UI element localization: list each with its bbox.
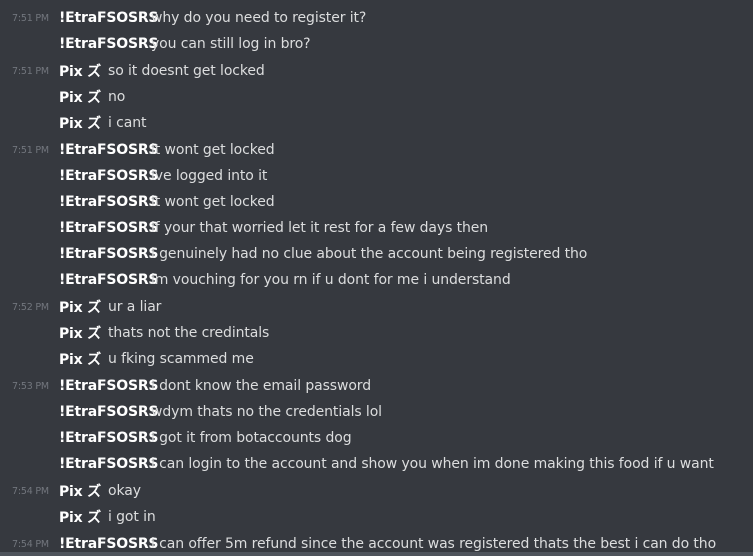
message-author[interactable]: !EtraFSOSRS bbox=[59, 36, 158, 52]
message-timestamp: 7:54 PM bbox=[12, 485, 49, 497]
message-author[interactable]: Pix ズ bbox=[59, 61, 101, 81]
chat-message[interactable]: 7:51 PM !EtraFSOSRS why do you need to r… bbox=[0, 5, 753, 31]
message-author[interactable]: Pix ズ bbox=[59, 297, 101, 317]
chat-message[interactable]: !EtraFSOSRS i got it from botaccounts do… bbox=[0, 425, 753, 451]
chat-message[interactable]: !EtraFSOSRS i genuinely had no clue abou… bbox=[0, 241, 753, 267]
message-text: ive logged into it bbox=[151, 168, 268, 184]
message-text: why do you need to register it? bbox=[151, 10, 367, 26]
message-timestamp: 7:51 PM bbox=[12, 12, 49, 24]
message-author[interactable]: Pix ズ bbox=[59, 481, 101, 501]
chat-message[interactable]: 7:52 PM Pix ズ ur a liar bbox=[0, 294, 753, 320]
chat-message[interactable]: Pix ズ thats not the credintals bbox=[0, 320, 753, 346]
message-author[interactable]: Pix ズ bbox=[59, 349, 101, 369]
chat-message[interactable]: !EtraFSOSRS if your that worried let it … bbox=[0, 215, 753, 241]
chat-message[interactable]: !EtraFSOSRS ive logged into it bbox=[0, 163, 753, 189]
message-text: so it doesnt get locked bbox=[108, 63, 265, 79]
message-text: thats not the credintals bbox=[108, 325, 270, 341]
message-text: okay bbox=[108, 483, 141, 499]
message-text: i dont know the email password bbox=[151, 378, 372, 394]
message-text: if your that worried let it rest for a f… bbox=[151, 220, 489, 236]
message-text: it wont get locked bbox=[151, 142, 275, 158]
message-author[interactable]: !EtraFSOSRS bbox=[59, 404, 158, 420]
message-author[interactable]: !EtraFSOSRS bbox=[59, 194, 158, 210]
chat-message[interactable]: !EtraFSOSRS i can login to the account a… bbox=[0, 451, 753, 477]
message-text: it wont get locked bbox=[151, 194, 275, 210]
chat-message[interactable]: !EtraFSOSRS wdym thats no the credential… bbox=[0, 399, 753, 425]
message-author[interactable]: !EtraFSOSRS bbox=[59, 10, 158, 26]
message-author[interactable]: !EtraFSOSRS bbox=[59, 272, 158, 288]
chat-message[interactable]: !EtraFSOSRS im vouching for you rn if u … bbox=[0, 267, 753, 293]
chat-message[interactable]: !EtraFSOSRS you can still log in bro? bbox=[0, 31, 753, 57]
message-text: i can offer 5m refund since the account … bbox=[151, 536, 717, 552]
message-text: wdym thats no the credentials lol bbox=[151, 404, 382, 420]
message-timestamp: 7:54 PM bbox=[12, 538, 49, 550]
message-author[interactable]: Pix ズ bbox=[59, 113, 101, 133]
chat-message[interactable]: Pix ズ i got in bbox=[0, 504, 753, 530]
chat-message[interactable]: Pix ズ no bbox=[0, 84, 753, 110]
message-author[interactable]: !EtraFSOSRS bbox=[59, 536, 158, 552]
message-timestamp: 7:51 PM bbox=[12, 65, 49, 77]
message-text: i can login to the account and show you … bbox=[151, 456, 714, 472]
message-text: i got it from botaccounts dog bbox=[151, 430, 352, 446]
message-timestamp: 7:53 PM bbox=[12, 380, 49, 392]
message-author[interactable]: !EtraFSOSRS bbox=[59, 456, 158, 472]
message-author[interactable]: !EtraFSOSRS bbox=[59, 168, 158, 184]
chat-message[interactable]: Pix ズ u fking scammed me bbox=[0, 346, 753, 372]
message-author[interactable]: !EtraFSOSRS bbox=[59, 142, 158, 158]
message-timestamp: 7:52 PM bbox=[12, 301, 49, 313]
message-author[interactable]: !EtraFSOSRS bbox=[59, 430, 158, 446]
message-author[interactable]: !EtraFSOSRS bbox=[59, 246, 158, 262]
message-timestamp: 7:51 PM bbox=[12, 144, 49, 156]
message-text: you can still log in bro? bbox=[151, 36, 311, 52]
message-author[interactable]: Pix ズ bbox=[59, 323, 101, 343]
message-author[interactable]: Pix ズ bbox=[59, 507, 101, 527]
message-author[interactable]: !EtraFSOSRS bbox=[59, 378, 158, 394]
message-text: im vouching for you rn if u dont for me … bbox=[151, 272, 511, 288]
message-text: u fking scammed me bbox=[108, 351, 254, 367]
chat-message[interactable]: 7:53 PM !EtraFSOSRS i dont know the emai… bbox=[0, 373, 753, 399]
chat-message[interactable]: !EtraFSOSRS it wont get locked bbox=[0, 189, 753, 215]
chat-message[interactable]: 7:51 PM Pix ズ so it doesnt get locked bbox=[0, 58, 753, 84]
chat-message[interactable]: 7:51 PM !EtraFSOSRS it wont get locked bbox=[0, 137, 753, 163]
chat-message[interactable]: 7:54 PM Pix ズ okay bbox=[0, 478, 753, 504]
message-text: no bbox=[108, 89, 126, 105]
bottom-divider bbox=[0, 552, 753, 556]
chat-message[interactable]: Pix ズ i cant bbox=[0, 110, 753, 136]
chat-message-list[interactable]: 7:51 PM !EtraFSOSRS why do you need to r… bbox=[0, 0, 753, 556]
message-text: i genuinely had no clue about the accoun… bbox=[151, 246, 588, 262]
message-author[interactable]: !EtraFSOSRS bbox=[59, 220, 158, 236]
message-text: i got in bbox=[108, 509, 156, 525]
message-author[interactable]: Pix ズ bbox=[59, 87, 101, 107]
message-text: i cant bbox=[108, 115, 147, 131]
message-text: ur a liar bbox=[108, 299, 162, 315]
